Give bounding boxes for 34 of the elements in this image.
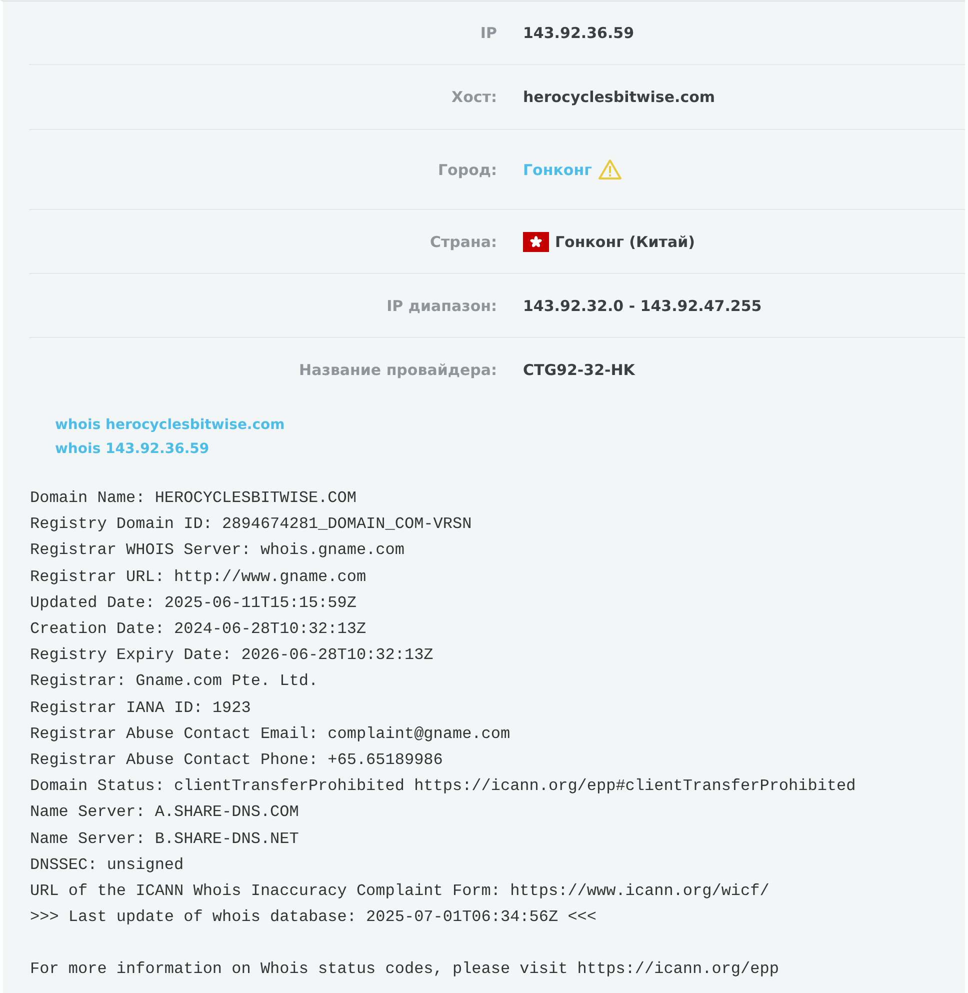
whois-line: Registrar URL: http://www.gname.com <box>30 566 368 588</box>
info-value: CTG92-32-HK <box>523 360 635 378</box>
city-link[interactable]: Гонконг <box>523 160 592 178</box>
info-value: Гонконг (Китай) <box>555 232 695 250</box>
info-label: Название провайдера: <box>298 360 497 378</box>
info-label: Город: <box>436 160 497 178</box>
info-label: Страна: <box>428 232 497 250</box>
whois-line: Registry Domain ID: 2894674281_DOMAIN_COM-VRSN <box>30 514 473 536</box>
whois-line: Name Server: B.SHARE-DNS.NET <box>30 828 300 850</box>
info-label: Хост: <box>450 88 497 106</box>
info-value: 143.92.32.0 - 143.92.47.255 <box>523 296 762 314</box>
whois-footer: For more information on Whois status codes, please visit https://icann.org/epp <box>30 956 965 983</box>
info-value: herocyclesbitwise.com <box>523 88 716 106</box>
whois-link[interactable]: whois herocyclesbitwise.com <box>55 417 285 433</box>
whois-line: URL of the ICANN Whois Inaccuracy Complaint Form: https://www.icann.org/wicf/ <box>30 881 770 902</box>
whois-line: Creation Date: 2024-06-28T10:32:13Z <box>30 619 368 640</box>
whois-line: Registrar Abuse Contact Email: complaint@gname.com <box>30 724 512 745</box>
whois-line: DNSSEC: unsigned <box>30 854 185 876</box>
info-value: 143.92.36.59 <box>523 24 634 42</box>
whois-line: Registrar: Gname.com Pte. Ltd. <box>30 671 320 692</box>
whois-link[interactable]: whois 143.92.36.59 <box>55 441 210 457</box>
whois-line: Domain Name: HEROCYCLESBITWISE.COM <box>30 488 358 509</box>
whois-line: Registrar WHOIS Server: whois.gname.com <box>30 540 406 562</box>
info-label: IP <box>479 24 497 42</box>
whois-line: Registrar IANA ID: 1923 <box>30 698 252 719</box>
whois-line: Updated Date: 2025-06-11T15:15:59Z <box>30 592 358 614</box>
whois-line: >>> Last update of whois database: 2025-07-01T06:34:56Z <<< <box>30 907 598 928</box>
flag-icon <box>523 232 549 252</box>
whois-line: Domain Status: clientTransferProhibited https://icann.org/epp#clientTransferProhibited <box>30 776 857 798</box>
info-label: IP диапазон: <box>386 296 497 314</box>
warning-icon <box>598 159 622 180</box>
whois-line: Registrar Abuse Contact Phone: +65.65189986 <box>30 750 444 772</box>
whois-line: Registry Expiry Date: 2026-06-28T10:32:13Z <box>30 645 434 666</box>
whois-line: Name Server: A.SHARE-DNS.COM <box>30 802 300 824</box>
